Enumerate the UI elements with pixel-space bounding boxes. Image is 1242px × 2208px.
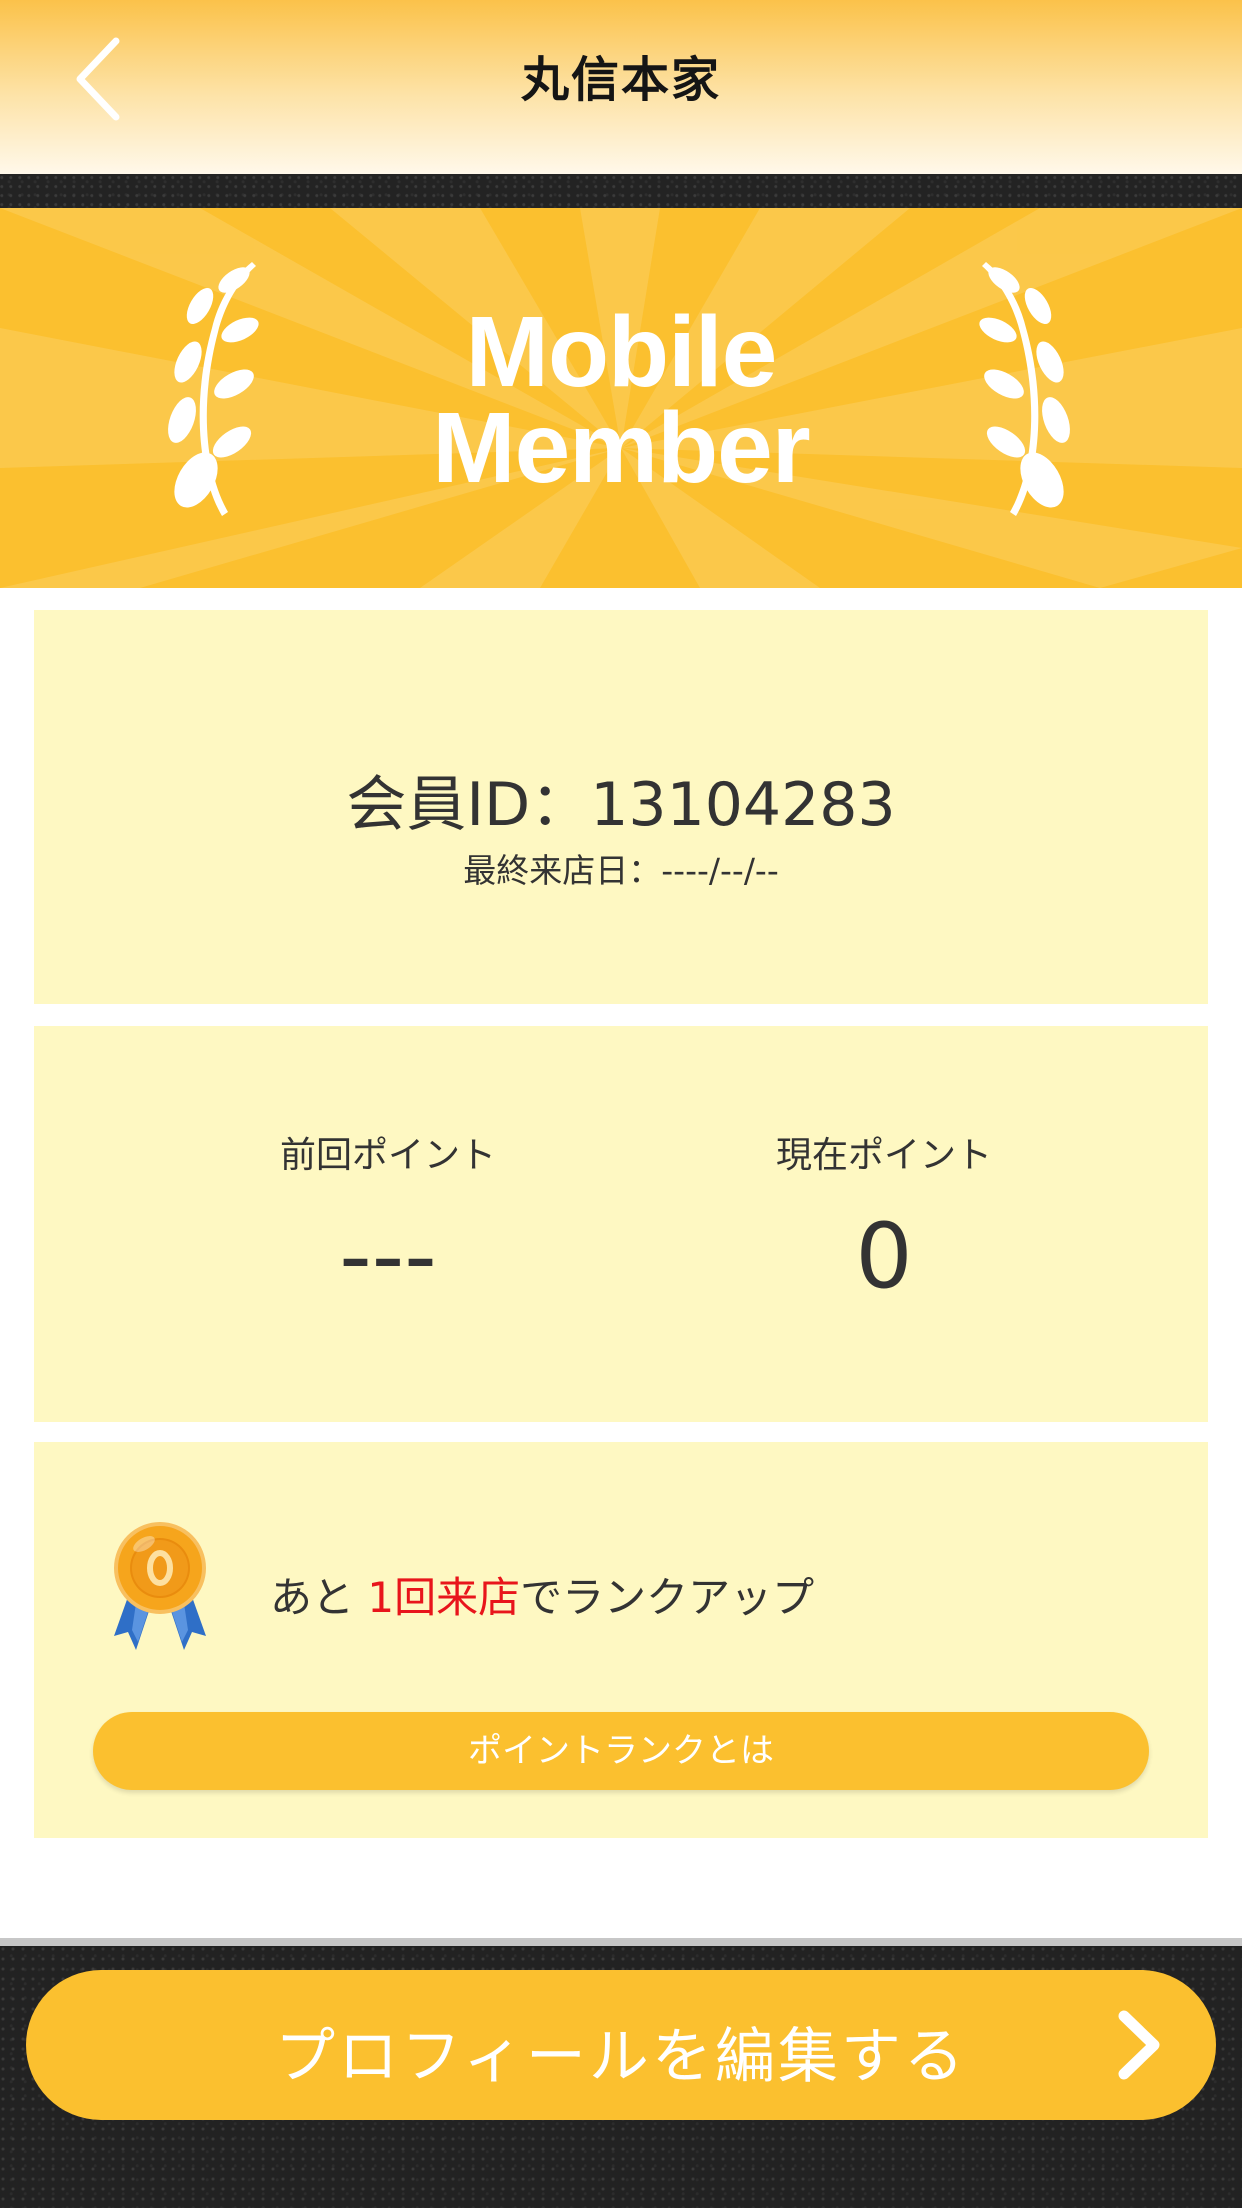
previous-points-label: 前回ポイント	[279, 1135, 496, 1176]
rank-msg-prefix: あと	[270, 1573, 368, 1622]
rank-msg-suffix: でランクアップ	[520, 1573, 815, 1622]
mobile-member-banner: Mobile Member	[0, 208, 1242, 588]
member-info-card: 会員ID：13104283 最終来店日：----/--/--	[34, 610, 1208, 1004]
footer-bar: プロフィールを編集する	[0, 1946, 1242, 2208]
points-card: 前回ポイント --- 現在ポイント 0	[34, 1026, 1208, 1422]
current-points-label: 現在ポイント	[775, 1135, 992, 1176]
member-id: 会員ID：13104283	[346, 770, 896, 840]
rank-up-message: あと 1回来店でランクアップ	[270, 1564, 814, 1625]
last-visit-date: 最終来店日：----/--/--	[463, 851, 779, 890]
divider	[0, 1938, 1242, 1946]
banner-title-line1: Mobile	[465, 296, 778, 408]
rank-msg-highlight: 1回来店	[367, 1573, 521, 1622]
page-title: 丸信本家	[520, 52, 721, 108]
previous-points-value: ---	[339, 1204, 437, 1309]
medal-icon	[114, 1522, 206, 1650]
banner-title: Mobile Member	[0, 296, 1242, 504]
banner-title-line2: Member	[432, 392, 810, 504]
texture-divider	[0, 174, 1242, 208]
edit-profile-button[interactable]: プロフィールを編集する	[26, 1970, 1216, 2120]
app-header: 丸信本家	[0, 0, 1242, 174]
rank-card: あと 1回来店でランクアップ ポイントランクとは	[34, 1442, 1208, 1838]
point-rank-info-button[interactable]: ポイントランクとは	[93, 1712, 1149, 1790]
chevron-right-icon	[1118, 2010, 1160, 2080]
edit-profile-label: プロフィールを編集する	[275, 2022, 967, 2092]
current-points-value: 0	[855, 1204, 913, 1309]
